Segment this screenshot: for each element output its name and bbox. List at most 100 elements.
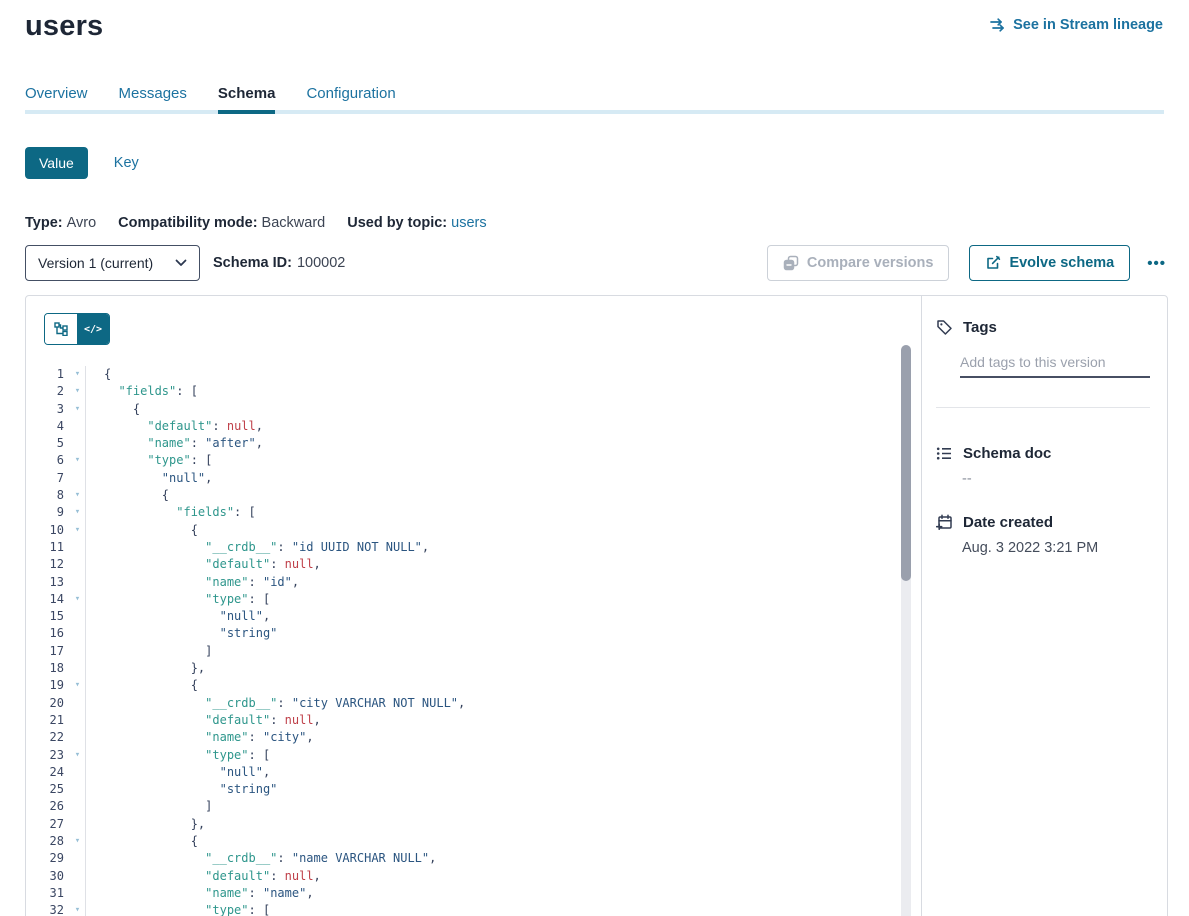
compat-mode-value: Backward <box>262 215 326 231</box>
fold-spacer <box>70 539 85 556</box>
tab-schema[interactable]: Schema <box>218 85 276 114</box>
fold-arrow-icon[interactable]: ▾ <box>70 522 85 539</box>
line-number: 3 <box>26 401 64 418</box>
editor-scrollbar-thumb[interactable] <box>901 345 911 581</box>
line-number: 14 <box>26 591 64 608</box>
stream-lineage-icon <box>988 18 1006 32</box>
code-text: "null", <box>85 608 921 625</box>
schema-id-label: Schema ID: <box>213 255 292 271</box>
fold-arrow-icon[interactable]: ▾ <box>70 452 85 469</box>
code-line: 21 "default": null, <box>26 712 921 729</box>
fold-arrow-icon[interactable]: ▾ <box>70 677 85 694</box>
stream-lineage-link[interactable]: See in Stream lineage <box>988 17 1163 33</box>
fold-arrow-icon[interactable]: ▾ <box>70 504 85 521</box>
topic-link[interactable]: users <box>451 215 486 231</box>
code-text: "fields": [ <box>85 383 921 400</box>
fold-spacer <box>70 798 85 815</box>
tree-view-button[interactable] <box>45 314 77 344</box>
code-text: "default": null, <box>85 556 921 573</box>
version-select[interactable]: Version 1 (current) <box>25 245 200 281</box>
code-text: "null", <box>85 764 921 781</box>
tab-bar: Overview Messages Schema Configuration <box>25 85 1164 114</box>
fold-spacer <box>70 574 85 591</box>
schema-type-label: Type: <box>25 215 63 231</box>
code-text: { <box>85 366 921 383</box>
view-toggle: </> <box>44 313 110 345</box>
version-sidebar: Tags Schema doc -- <box>922 296 1167 916</box>
fold-arrow-icon[interactable]: ▾ <box>70 833 85 850</box>
line-number: 7 <box>26 470 64 487</box>
fold-arrow-icon[interactable]: ▾ <box>70 383 85 400</box>
code-text: ] <box>85 798 921 815</box>
editor-pane: </> 1▾{2▾ "fields": [3▾ {4 "default": nu… <box>26 296 922 916</box>
code-text: }, <box>85 660 921 677</box>
value-toggle-button[interactable]: Value <box>25 147 88 179</box>
fold-arrow-icon[interactable]: ▾ <box>70 401 85 418</box>
fold-arrow-icon[interactable]: ▾ <box>70 591 85 608</box>
compat-mode: Compatibility mode:Backward <box>118 215 325 231</box>
fold-spacer <box>70 660 85 677</box>
stream-lineage-label: See in Stream lineage <box>1013 17 1163 33</box>
fold-arrow-icon[interactable]: ▾ <box>70 902 85 916</box>
date-created-section: Date created Aug. 3 2022 3:21 PM <box>936 514 1150 556</box>
line-number: 25 <box>26 781 64 798</box>
line-number: 18 <box>26 660 64 677</box>
fold-arrow-icon[interactable]: ▾ <box>70 366 85 383</box>
version-bar: Version 1 (current) Schema ID:100002 Com… <box>25 245 1168 281</box>
code-text: "null", <box>85 470 921 487</box>
code-line: 14 ▾ "type": [ <box>26 591 921 608</box>
tags-heading-row: Tags <box>936 319 1150 336</box>
tag-icon <box>936 319 953 336</box>
line-number: 20 <box>26 695 64 712</box>
fold-spacer <box>70 435 85 452</box>
code-line: 2 ▾ "fields": [ <box>26 383 921 400</box>
line-number: 23 <box>26 747 64 764</box>
code-line: 9▾ "fields": [ <box>26 504 921 521</box>
fold-spacer <box>70 764 85 781</box>
line-number: 6 <box>26 452 64 469</box>
line-number: 10 <box>26 522 64 539</box>
code-line: 3▾ { <box>26 401 921 418</box>
date-created-heading: Date created <box>963 514 1053 531</box>
line-number: 1 <box>26 366 64 383</box>
code-line: 22 "name": "city", <box>26 729 921 746</box>
fold-spacer <box>70 885 85 902</box>
code-view-button[interactable]: </> <box>77 314 109 344</box>
compare-versions-button[interactable]: Compare versions <box>767 245 950 281</box>
line-number: 16 <box>26 625 64 642</box>
line-number: 13 <box>26 574 64 591</box>
fold-spacer <box>70 608 85 625</box>
schema-doc-heading-row: Schema doc <box>936 445 1150 462</box>
code-line: 5 "name": "after", <box>26 435 921 452</box>
code-line: 6▾ "type": [ <box>26 452 921 469</box>
schema-meta: Type:Avro Compatibility mode:Backward Us… <box>25 215 1189 231</box>
code-lines: 1▾{2▾ "fields": [3▾ {4 "default": null,5… <box>26 366 921 916</box>
schema-page: users See in Stream lineage Overview Mes… <box>0 0 1189 916</box>
code-line: 7 "null", <box>26 470 921 487</box>
line-number: 2 <box>26 383 64 400</box>
code-text: "__crdb__": "name VARCHAR NULL", <box>85 850 921 867</box>
line-number: 8 <box>26 487 64 504</box>
fold-arrow-icon[interactable]: ▾ <box>70 747 85 764</box>
code-line: 15 "null", <box>26 608 921 625</box>
more-menu-button[interactable]: ••• <box>1145 252 1168 275</box>
schema-doc-value: -- <box>962 471 1150 487</box>
line-number: 30 <box>26 868 64 885</box>
code-line: 32▾ "type": [ <box>26 902 921 916</box>
code-text: "default": null, <box>85 868 921 885</box>
evolve-schema-button[interactable]: Evolve schema <box>969 245 1130 281</box>
code-text: "name": "city", <box>85 729 921 746</box>
tab-track <box>25 110 1164 114</box>
fold-arrow-icon[interactable]: ▾ <box>70 487 85 504</box>
tags-input[interactable] <box>960 352 1150 378</box>
code-text: "string" <box>85 781 921 798</box>
code-text: "__crdb__": "id UUID NOT NULL", <box>85 539 921 556</box>
line-number: 32 <box>26 902 64 916</box>
calendar-plus-icon <box>936 514 953 531</box>
fold-spacer <box>70 816 85 833</box>
key-toggle-link[interactable]: Key <box>114 155 139 171</box>
fold-spacer <box>70 418 85 435</box>
line-number: 11 <box>26 539 64 556</box>
code-text: "type": [ <box>85 591 921 608</box>
code-line: 31 "name": "name", <box>26 885 921 902</box>
